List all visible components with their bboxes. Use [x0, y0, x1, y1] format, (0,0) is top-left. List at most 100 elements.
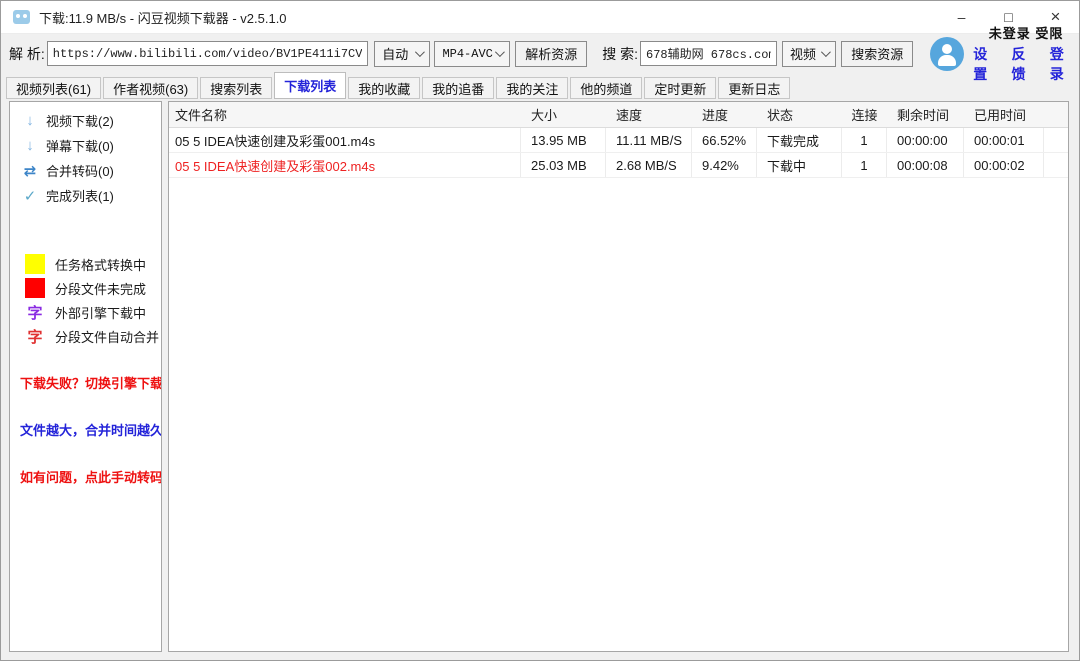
column-header-5[interactable]: 连接 — [842, 102, 887, 127]
download-table: 文件名称大小速度进度状态连接剩余时间已用时间 05 5 IDEA快速创建及彩蛋0… — [168, 101, 1069, 652]
parse-url-input[interactable] — [47, 41, 369, 66]
sidebar-note-2[interactable]: 如有问题，点此手动转码 — [20, 467, 161, 486]
cell-3: 66.52% — [692, 128, 757, 152]
tab-7[interactable]: 他的频道 — [570, 77, 642, 99]
tab-3[interactable]: 下载列表 — [274, 72, 346, 99]
search-type-select-value: 视频 — [790, 44, 816, 63]
download-icon: ↓ — [23, 137, 37, 154]
search-resource-button[interactable]: 搜索资源 — [841, 41, 913, 67]
tab-4[interactable]: 我的收藏 — [348, 77, 420, 99]
app-icon — [13, 10, 30, 24]
quality-select-value: 自动 — [382, 44, 408, 63]
cell-5: 1 — [842, 128, 887, 152]
account-links: 设置反馈登录 — [973, 44, 1079, 84]
window-title: 下载:11.9 MB/s - 闪豆视频下载器 - v2.5.1.0 — [39, 8, 287, 27]
account-link-2[interactable]: 登录 — [1050, 44, 1079, 84]
login-status: 未登录 受限 — [989, 23, 1064, 42]
column-header-1[interactable]: 大小 — [521, 102, 606, 127]
text-glyph-icon: 字 — [25, 326, 45, 347]
tab-2[interactable]: 搜索列表 — [200, 77, 272, 99]
cell-3: 9.42% — [692, 153, 757, 177]
table-row[interactable]: 05 5 IDEA快速创建及彩蛋002.m4s25.03 MB2.68 MB/S… — [169, 153, 1068, 178]
cell-filler — [1044, 128, 1068, 152]
table-row[interactable]: 05 5 IDEA快速创建及彩蛋001.m4s13.95 MB11.11 MB/… — [169, 128, 1068, 153]
account-area: 未登录 受限 设置反馈登录 — [973, 23, 1079, 84]
title-bar: 下载:11.9 MB/s - 闪豆视频下载器 - v2.5.1.0 – □ × — [1, 1, 1079, 34]
column-header-0[interactable]: 文件名称 — [169, 102, 521, 127]
table-header: 文件名称大小速度进度状态连接剩余时间已用时间 — [169, 102, 1068, 128]
sidebar-note-1[interactable]: 文件越大，合并时间越久 — [20, 420, 161, 439]
tab-bar: 视频列表(61)作者视频(63)搜索列表下载列表我的收藏我的追番我的关注他的频道… — [6, 72, 790, 99]
sidebar-item-label: 视频下载(2) — [46, 111, 114, 130]
column-header-2[interactable]: 速度 — [606, 102, 692, 127]
color-swatch-icon — [25, 254, 45, 274]
sidebar: ↓ 视频下载(2) ↓ 弹幕下载(0) ⇄ 合并转码(0) ✓ 完成列表(1) 任务格式转换中… — [9, 101, 162, 652]
toolbar: 解 析: 自动 MP4-AVC 解析资源 搜 索: 视频 搜索资源 未登录 受限… — [1, 35, 1079, 72]
user-avatar-icon[interactable] — [930, 37, 964, 71]
legend-item-2: 字外部引擎下载中 — [10, 300, 161, 324]
legend-item-1: 分段文件未完成 — [10, 276, 161, 300]
sidebar-item-3[interactable]: ✓ 完成列表(1) — [10, 183, 161, 208]
column-header-4[interactable]: 状态 — [757, 102, 842, 127]
account-link-0[interactable]: 设置 — [973, 44, 1002, 84]
cell-2: 11.11 MB/S — [606, 128, 692, 152]
cell-6: 00:00:08 — [887, 153, 964, 177]
cell-7: 00:00:02 — [964, 153, 1044, 177]
cell-6: 00:00:00 — [887, 128, 964, 152]
sidebar-note-0[interactable]: 下载失败？切换引擎下载 — [20, 373, 161, 392]
cell-5: 1 — [842, 153, 887, 177]
parse-resource-button[interactable]: 解析资源 — [515, 41, 587, 67]
legend-item-0: 任务格式转换中 — [10, 252, 161, 276]
sidebar-notes: 下载失败？切换引擎下载文件越大，合并时间越久如有问题，点此手动转码 — [10, 373, 161, 486]
cell-7: 00:00:01 — [964, 128, 1044, 152]
transcode-icon: ⇄ — [23, 162, 37, 180]
legend-label: 外部引擎下载中 — [55, 303, 146, 322]
sidebar-item-0[interactable]: ↓ 视频下载(2) — [10, 108, 161, 133]
sidebar-item-label: 弹幕下载(0) — [46, 136, 114, 155]
cell-filler — [1044, 153, 1068, 177]
legend-label: 分段文件自动合并 — [55, 327, 159, 346]
column-header-3[interactable]: 进度 — [692, 102, 757, 127]
search-label: 搜 索: — [602, 44, 638, 64]
sidebar-item-1[interactable]: ↓ 弹幕下载(0) — [10, 133, 161, 158]
tab-9[interactable]: 更新日志 — [718, 77, 790, 99]
sidebar-item-label: 完成列表(1) — [46, 186, 114, 205]
color-swatch-icon — [25, 278, 45, 298]
chevron-down-icon — [495, 47, 505, 57]
cell-1: 13.95 MB — [521, 128, 606, 152]
text-glyph-icon: 字 — [25, 302, 45, 323]
search-input[interactable] — [640, 41, 777, 66]
sidebar-item-2[interactable]: ⇄ 合并转码(0) — [10, 158, 161, 183]
column-header-7[interactable]: 已用时间 — [964, 102, 1044, 127]
cell-0: 05 5 IDEA快速创建及彩蛋002.m4s — [169, 153, 521, 177]
sidebar-item-label: 合并转码(0) — [46, 161, 114, 180]
check-icon: ✓ — [23, 187, 37, 205]
cell-4: 下载完成 — [757, 128, 842, 152]
quality-select[interactable]: 自动 — [374, 41, 430, 67]
format-select[interactable]: MP4-AVC — [434, 41, 510, 67]
format-select-value: MP4-AVC — [442, 47, 492, 61]
cell-1: 25.03 MB — [521, 153, 606, 177]
cell-2: 2.68 MB/S — [606, 153, 692, 177]
account-link-1[interactable]: 反馈 — [1011, 44, 1040, 84]
tab-8[interactable]: 定时更新 — [644, 77, 716, 99]
table-body: 05 5 IDEA快速创建及彩蛋001.m4s13.95 MB11.11 MB/… — [169, 128, 1068, 178]
legend-label: 任务格式转换中 — [55, 255, 146, 274]
parse-label: 解 析: — [9, 44, 45, 64]
chevron-down-icon — [821, 47, 831, 57]
column-header-6[interactable]: 剩余时间 — [887, 102, 964, 127]
search-type-select[interactable]: 视频 — [782, 41, 836, 67]
app-window: 下载:11.9 MB/s - 闪豆视频下载器 - v2.5.1.0 – □ × … — [0, 0, 1080, 661]
legend-label: 分段文件未完成 — [55, 279, 146, 298]
tab-1[interactable]: 作者视频(63) — [103, 77, 198, 99]
tab-0[interactable]: 视频列表(61) — [6, 77, 101, 99]
sidebar-nav: ↓ 视频下载(2) ↓ 弹幕下载(0) ⇄ 合并转码(0) ✓ 完成列表(1) — [10, 102, 161, 208]
tab-5[interactable]: 我的追番 — [422, 77, 494, 99]
cell-4: 下载中 — [757, 153, 842, 177]
status-legend: 任务格式转换中分段文件未完成字外部引擎下载中字分段文件自动合并 — [10, 252, 161, 348]
chevron-down-icon — [415, 47, 425, 57]
tab-6[interactable]: 我的关注 — [496, 77, 568, 99]
legend-item-3: 字分段文件自动合并 — [10, 324, 161, 348]
cell-0: 05 5 IDEA快速创建及彩蛋001.m4s — [169, 128, 521, 152]
download-icon: ↓ — [23, 112, 37, 129]
